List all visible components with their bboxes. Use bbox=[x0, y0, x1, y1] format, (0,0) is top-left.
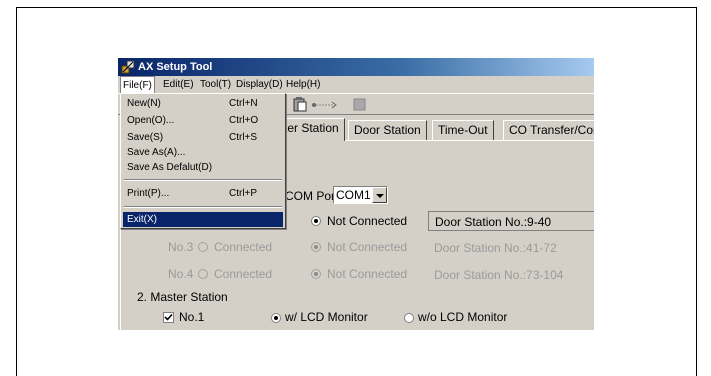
door-range-label: Door Station No.:73-104 bbox=[434, 268, 564, 282]
file-menu-dropdown: New(N) Ctrl+N Open(O)... Ctrl+O Save(S) … bbox=[120, 93, 286, 229]
menu-item-new[interactable]: New(N) Ctrl+N bbox=[123, 96, 283, 111]
window-title: AX Setup Tool bbox=[138, 61, 213, 73]
menu-item-shortcut: Ctrl+O bbox=[229, 115, 259, 126]
not-connected-radio[interactable] bbox=[311, 242, 321, 252]
master-station-heading: 2. Master Station bbox=[137, 290, 228, 304]
disconnect-icon[interactable] bbox=[352, 97, 368, 112]
no1-label: No.1 bbox=[179, 310, 205, 324]
tab-label: CO Transfer/Comm bbox=[509, 123, 594, 137]
com-port-select[interactable]: COM1 bbox=[333, 186, 388, 204]
menu-item-shortcut: Ctrl+S bbox=[229, 132, 258, 143]
menu-item-label: Save(S) bbox=[127, 132, 164, 143]
menu-item-label: Save As Defalut(D) bbox=[127, 162, 213, 173]
tab-co-transfer[interactable]: CO Transfer/Comm bbox=[503, 120, 594, 140]
menu-item-save[interactable]: Save(S) Ctrl+S bbox=[123, 130, 283, 145]
connected-label: Connected bbox=[214, 267, 273, 281]
door-range-label: Door Station No.:41-72 bbox=[434, 241, 557, 255]
tab-label: ter Station bbox=[284, 121, 339, 135]
menu-item-shortcut: Ctrl+P bbox=[229, 188, 258, 199]
connected-radio[interactable] bbox=[198, 269, 208, 279]
no-lcd-monitor-radio[interactable] bbox=[404, 313, 414, 323]
no1-checkbox[interactable] bbox=[163, 312, 174, 323]
door-range-box: Door Station No.:9-40 bbox=[428, 211, 594, 231]
title-bar: AX Setup Tool bbox=[118, 58, 594, 76]
menu-file[interactable]: File(F) bbox=[120, 76, 155, 93]
menu-separator bbox=[124, 206, 282, 208]
menu-bar: File(F) Edit(E) Tool(T) Display(D) Help(… bbox=[118, 76, 594, 93]
chevron-down-icon[interactable] bbox=[372, 187, 387, 203]
not-connected-label: Not Connected bbox=[327, 214, 408, 228]
app-window: AX Setup Tool File(F) Edit(E) Tool(T) Di… bbox=[118, 58, 594, 330]
menu-item-print[interactable]: Print(P)... Ctrl+P bbox=[123, 186, 283, 201]
door-range-label: Door Station No.:9-40 bbox=[435, 215, 552, 229]
tab-master-station[interactable]: ter Station bbox=[278, 118, 345, 141]
not-connected-radio[interactable] bbox=[311, 269, 321, 279]
row-no-label: No.4 bbox=[168, 267, 194, 281]
not-connected-radio[interactable] bbox=[311, 216, 321, 226]
menu-separator bbox=[124, 179, 282, 181]
lcd-monitor-radio[interactable] bbox=[271, 313, 281, 323]
lcd-monitor-label: w/ LCD Monitor bbox=[285, 310, 368, 324]
menu-item-shortcut: Ctrl+N bbox=[229, 98, 258, 109]
menu-help[interactable]: Help(H) bbox=[284, 76, 322, 93]
menu-item-label: Open(O)... bbox=[127, 115, 175, 126]
menu-display[interactable]: Display(D) bbox=[234, 76, 285, 93]
cable-icon[interactable] bbox=[310, 97, 340, 112]
menu-item-label: Exit(X) bbox=[127, 214, 157, 225]
menu-item-label: Save As(A)... bbox=[127, 147, 186, 158]
check-icon bbox=[164, 313, 173, 321]
paste-icon[interactable] bbox=[292, 97, 308, 112]
tab-time-out[interactable]: Time-Out bbox=[432, 120, 494, 140]
tab-door-station[interactable]: Door Station bbox=[348, 120, 427, 140]
menu-item-save-as[interactable]: Save As(A)... bbox=[123, 145, 283, 160]
connected-radio[interactable] bbox=[198, 242, 208, 252]
tab-label: Time-Out bbox=[438, 123, 488, 137]
com-port-value: COM1 bbox=[336, 188, 371, 202]
not-connected-label: Not Connected bbox=[327, 267, 408, 281]
menu-item-save-as-default[interactable]: Save As Defalut(D) bbox=[123, 160, 283, 175]
tab-label: Door Station bbox=[354, 123, 421, 137]
connected-label: Connected bbox=[214, 240, 273, 254]
com-port-label: COM Port bbox=[285, 189, 339, 203]
menu-edit[interactable]: Edit(E) bbox=[161, 76, 196, 93]
menu-tool[interactable]: Tool(T) bbox=[198, 76, 233, 93]
menu-item-open[interactable]: Open(O)... Ctrl+O bbox=[123, 113, 283, 128]
row-no-label: No.3 bbox=[168, 240, 194, 254]
not-connected-label: Not Connected bbox=[327, 240, 408, 254]
menu-item-label: New(N) bbox=[127, 98, 161, 109]
no-lcd-monitor-label: w/o LCD Monitor bbox=[418, 310, 508, 324]
app-icon bbox=[121, 60, 135, 74]
menu-item-exit[interactable]: Exit(X) bbox=[123, 212, 283, 227]
menu-item-label: Print(P)... bbox=[127, 188, 170, 199]
